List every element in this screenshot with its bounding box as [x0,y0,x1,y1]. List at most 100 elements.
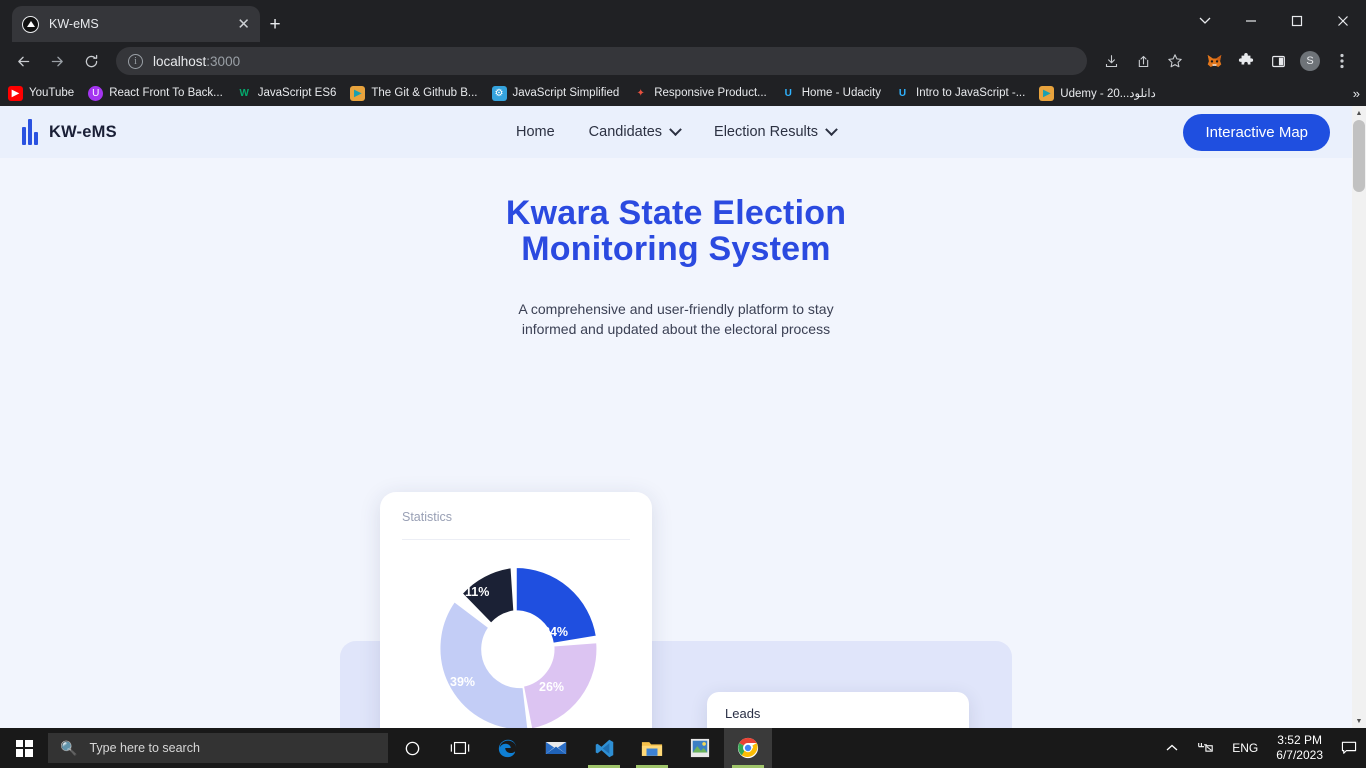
chrome-menu-icon[interactable] [1329,48,1355,74]
scrollbar-thumb[interactable] [1353,120,1365,192]
address-bar-value: localhost:3000 [153,53,241,69]
site-nav-links: Home Candidates Election Results [516,122,838,140]
bookmark-item[interactable]: ⚙ JavaScript Simplified [491,85,620,101]
site-info-icon[interactable]: i [128,53,143,69]
extensions-puzzle-icon[interactable] [1233,48,1259,74]
donut-chart-svg [438,566,598,728]
nav-link-label: Home [515,124,555,140]
profile-avatar[interactable]: S [1297,48,1323,74]
install-app-icon[interactable] [1098,48,1124,74]
bookmark-label: Intro to JavaScript -... [916,87,1026,99]
kwems-logo-icon [22,119,40,145]
triangle-favicon [22,15,39,33]
chevron-down-icon [669,122,682,136]
hero-subtitle: A comprehensive and user-friendly platfo… [0,299,1352,339]
close-icon[interactable]: ✕ [237,17,250,32]
notification-center-icon[interactable] [1332,741,1366,755]
file-explorer-icon[interactable] [628,728,676,768]
bookmark-label: Udemy - 20...دانلود [1060,88,1156,100]
statistics-card-title: Statistics [402,510,453,524]
bookmark-label: Responsive Product... [654,87,767,99]
scrimba-icon: ✦ [636,87,645,99]
site-navbar: KW-eMS Home Candidates Election Results [0,106,1352,158]
tab-title: KW-eMS [49,17,99,31]
bookmark-item[interactable]: ▶ YouTube [8,85,75,101]
clock[interactable]: 3:52 PM 6/7/2023 [1267,733,1332,763]
bookmark-item[interactable]: ▶ Udemy - 20...دانلود [1039,85,1156,101]
nav-link-home[interactable]: Home [516,124,555,140]
nav-link-candidates[interactable]: Candidates [589,122,682,140]
bookmark-item[interactable]: U Intro to JavaScript -... [895,86,1025,101]
profile-initial: S [1300,51,1320,71]
share-icon[interactable] [1130,48,1156,74]
search-icon: 🔍 [60,739,78,756]
side-panel-icon[interactable] [1265,48,1291,74]
task-view-icon[interactable] [436,728,484,768]
hero-subtitle-line2: informed and updated about the electoral… [521,321,831,338]
udemy-icon: U [88,85,104,101]
leads-card-title: Leads [725,706,761,721]
chevron-down-icon [825,122,838,136]
nav-link-label: Election Results [714,124,819,140]
clock-time: 3:52 PM [1277,733,1322,747]
web-page: KW-eMS Home Candidates Election Results [0,106,1352,728]
browser-toolbar: i localhost:3000 S [0,42,1366,80]
reload-icon[interactable] [76,46,106,76]
toolbar-icon-group: S [1095,48,1358,74]
back-arrow-icon[interactable] [8,46,38,76]
interactive-map-button[interactable]: Interactive Map [1183,113,1330,151]
w3-icon: W [239,87,249,99]
forward-arrow-icon[interactable] [42,46,72,76]
new-tab-button[interactable]: + [262,12,288,38]
windows-start-icon[interactable] [0,728,48,768]
page-title-line2: Monitoring System [521,229,831,268]
google-chrome-icon[interactable] [724,728,772,768]
mail-icon[interactable] [532,728,580,768]
chevron-double-right-icon[interactable]: » [1353,86,1360,101]
minimize-icon[interactable] [1228,0,1274,42]
network-icon[interactable] [1187,741,1223,755]
scroll-up-arrow-icon[interactable]: ▲ [1352,106,1366,120]
bookmark-item[interactable]: ✦ Responsive Product... [633,86,767,101]
leads-card: Leads 40k 15k 10k [707,692,969,728]
language-indicator[interactable]: ENG [1223,741,1267,755]
bookmark-label: YouTube [29,87,75,99]
bookmark-item[interactable]: ▶ The Git & Github B... [350,85,478,101]
bookmark-item[interactable]: U Home - Udacity [781,86,881,101]
donut-chart: 24% 26% 39% 11% [421,554,611,728]
nav-link-election-results[interactable]: Election Results [714,122,838,140]
photos-icon[interactable] [676,728,724,768]
udemy-play-icon: ▶ [1039,85,1055,101]
divider [402,539,630,540]
address-bar[interactable]: i localhost:3000 [116,47,1087,75]
udemy-play-icon: ▶ [350,85,366,101]
lavender-backdrop-panel [340,641,1012,728]
donut-segment-11 [461,566,515,625]
page-scrollbar[interactable]: ▲ ▼ [1352,106,1366,728]
donut-segment-39 [438,600,529,728]
bookmark-item[interactable]: W JavaScript ES6 [237,86,337,101]
chrome-browser-window: KW-eMS ✕ + i localhost:3000 S ▶ YouTube … [0,0,1366,728]
taskbar-search-input[interactable]: 🔍 Type here to search [48,733,388,763]
system-tray: ENG 3:52 PM 6/7/2023 [1157,733,1366,763]
metamask-extension-icon[interactable] [1201,48,1227,74]
js-simplified-icon: ⚙ [491,85,507,101]
chevron-down-icon[interactable] [1182,0,1228,42]
bookmark-item[interactable]: U React Front To Back... [88,85,223,101]
vs-code-icon[interactable] [580,728,628,768]
screen: KW-eMS ✕ + i localhost:3000 S ▶ YouTube … [0,0,1366,768]
hero-subtitle-line1: A comprehensive and user-friendly platfo… [518,301,834,318]
clock-date: 6/7/2023 [1276,748,1323,762]
cortana-icon[interactable] [388,728,436,768]
bookmark-star-icon[interactable] [1162,48,1188,74]
bookmark-label: JavaScript Simplified [512,87,620,99]
close-icon[interactable] [1320,0,1366,42]
windows-taskbar: 🔍 Type here to search ENG 3:52 PM 6/7/20… [0,728,1366,768]
maximize-icon[interactable] [1274,0,1320,42]
site-brand[interactable]: KW-eMS [22,119,117,145]
tab-strip: KW-eMS ✕ + [0,0,1366,42]
show-hidden-icons-icon[interactable] [1157,744,1187,752]
scroll-down-arrow-icon[interactable]: ▼ [1352,714,1366,728]
browser-tab[interactable]: KW-eMS ✕ [12,6,260,42]
microsoft-edge-icon[interactable] [484,728,532,768]
